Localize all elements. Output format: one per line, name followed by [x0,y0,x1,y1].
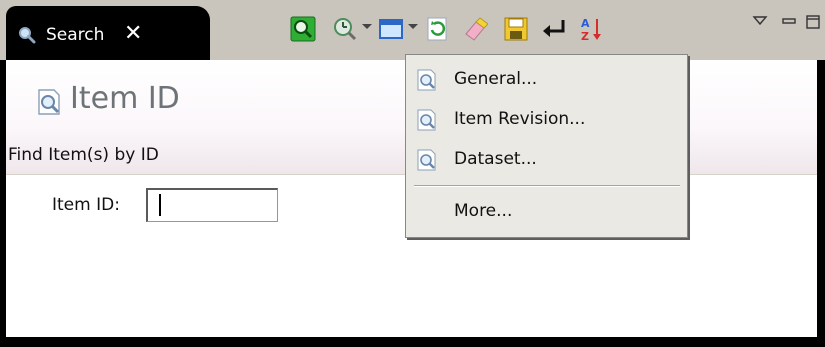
menu-separator [414,185,680,187]
search-icon [38,89,60,115]
menu-item-label: Item Revision... [454,109,586,129]
text-cursor [159,194,161,216]
refresh-icon[interactable] [424,16,450,42]
history-search-icon[interactable] [332,16,358,42]
close-icon[interactable]: ✕ [124,21,142,46]
sort-icon[interactable]: A Z [580,16,606,42]
menu-item-label: More... [454,201,513,221]
return-icon[interactable] [541,16,567,42]
menu-item-dataset[interactable]: Dataset... [406,143,687,177]
view-icon[interactable] [378,16,404,42]
item-id-label: Item ID: [52,195,120,215]
item-id-field[interactable] [146,188,278,222]
menu-item-label: General... [454,69,538,89]
menu-item-label: Dataset... [454,149,537,169]
search-icon [417,149,436,171]
minimize-icon[interactable] [781,14,797,28]
view-menu-icon[interactable] [752,14,768,28]
view-tab-bar: Search ✕ A Z [0,0,825,60]
svg-text:Z: Z [581,30,589,42]
search-icon[interactable] [290,16,316,42]
history-dropdown-arrow[interactable] [362,24,372,29]
menu-item-more[interactable]: More... [406,195,687,229]
search-type-dropdown-menu: General... Item Revision... Dataset... M… [405,54,688,238]
page-subtitle: Find Item(s) by ID [8,145,159,165]
maximize-icon[interactable] [805,14,821,30]
svg-text:A: A [581,17,590,30]
menu-item-general[interactable]: General... [406,63,687,97]
search-icon [19,27,36,44]
search-tab[interactable]: Search ✕ [6,6,210,60]
search-icon [417,109,436,131]
clear-icon[interactable] [462,16,488,42]
view-dropdown-arrow[interactable] [408,24,418,29]
search-view: Search ✕ A Z Item ID Find Item(s) by ID … [0,0,825,347]
menu-item-item-revision[interactable]: Item Revision... [406,103,687,137]
search-tab-label: Search [46,25,105,45]
page-title: Item ID [70,81,180,116]
save-icon[interactable] [503,16,529,42]
search-icon [417,69,436,91]
